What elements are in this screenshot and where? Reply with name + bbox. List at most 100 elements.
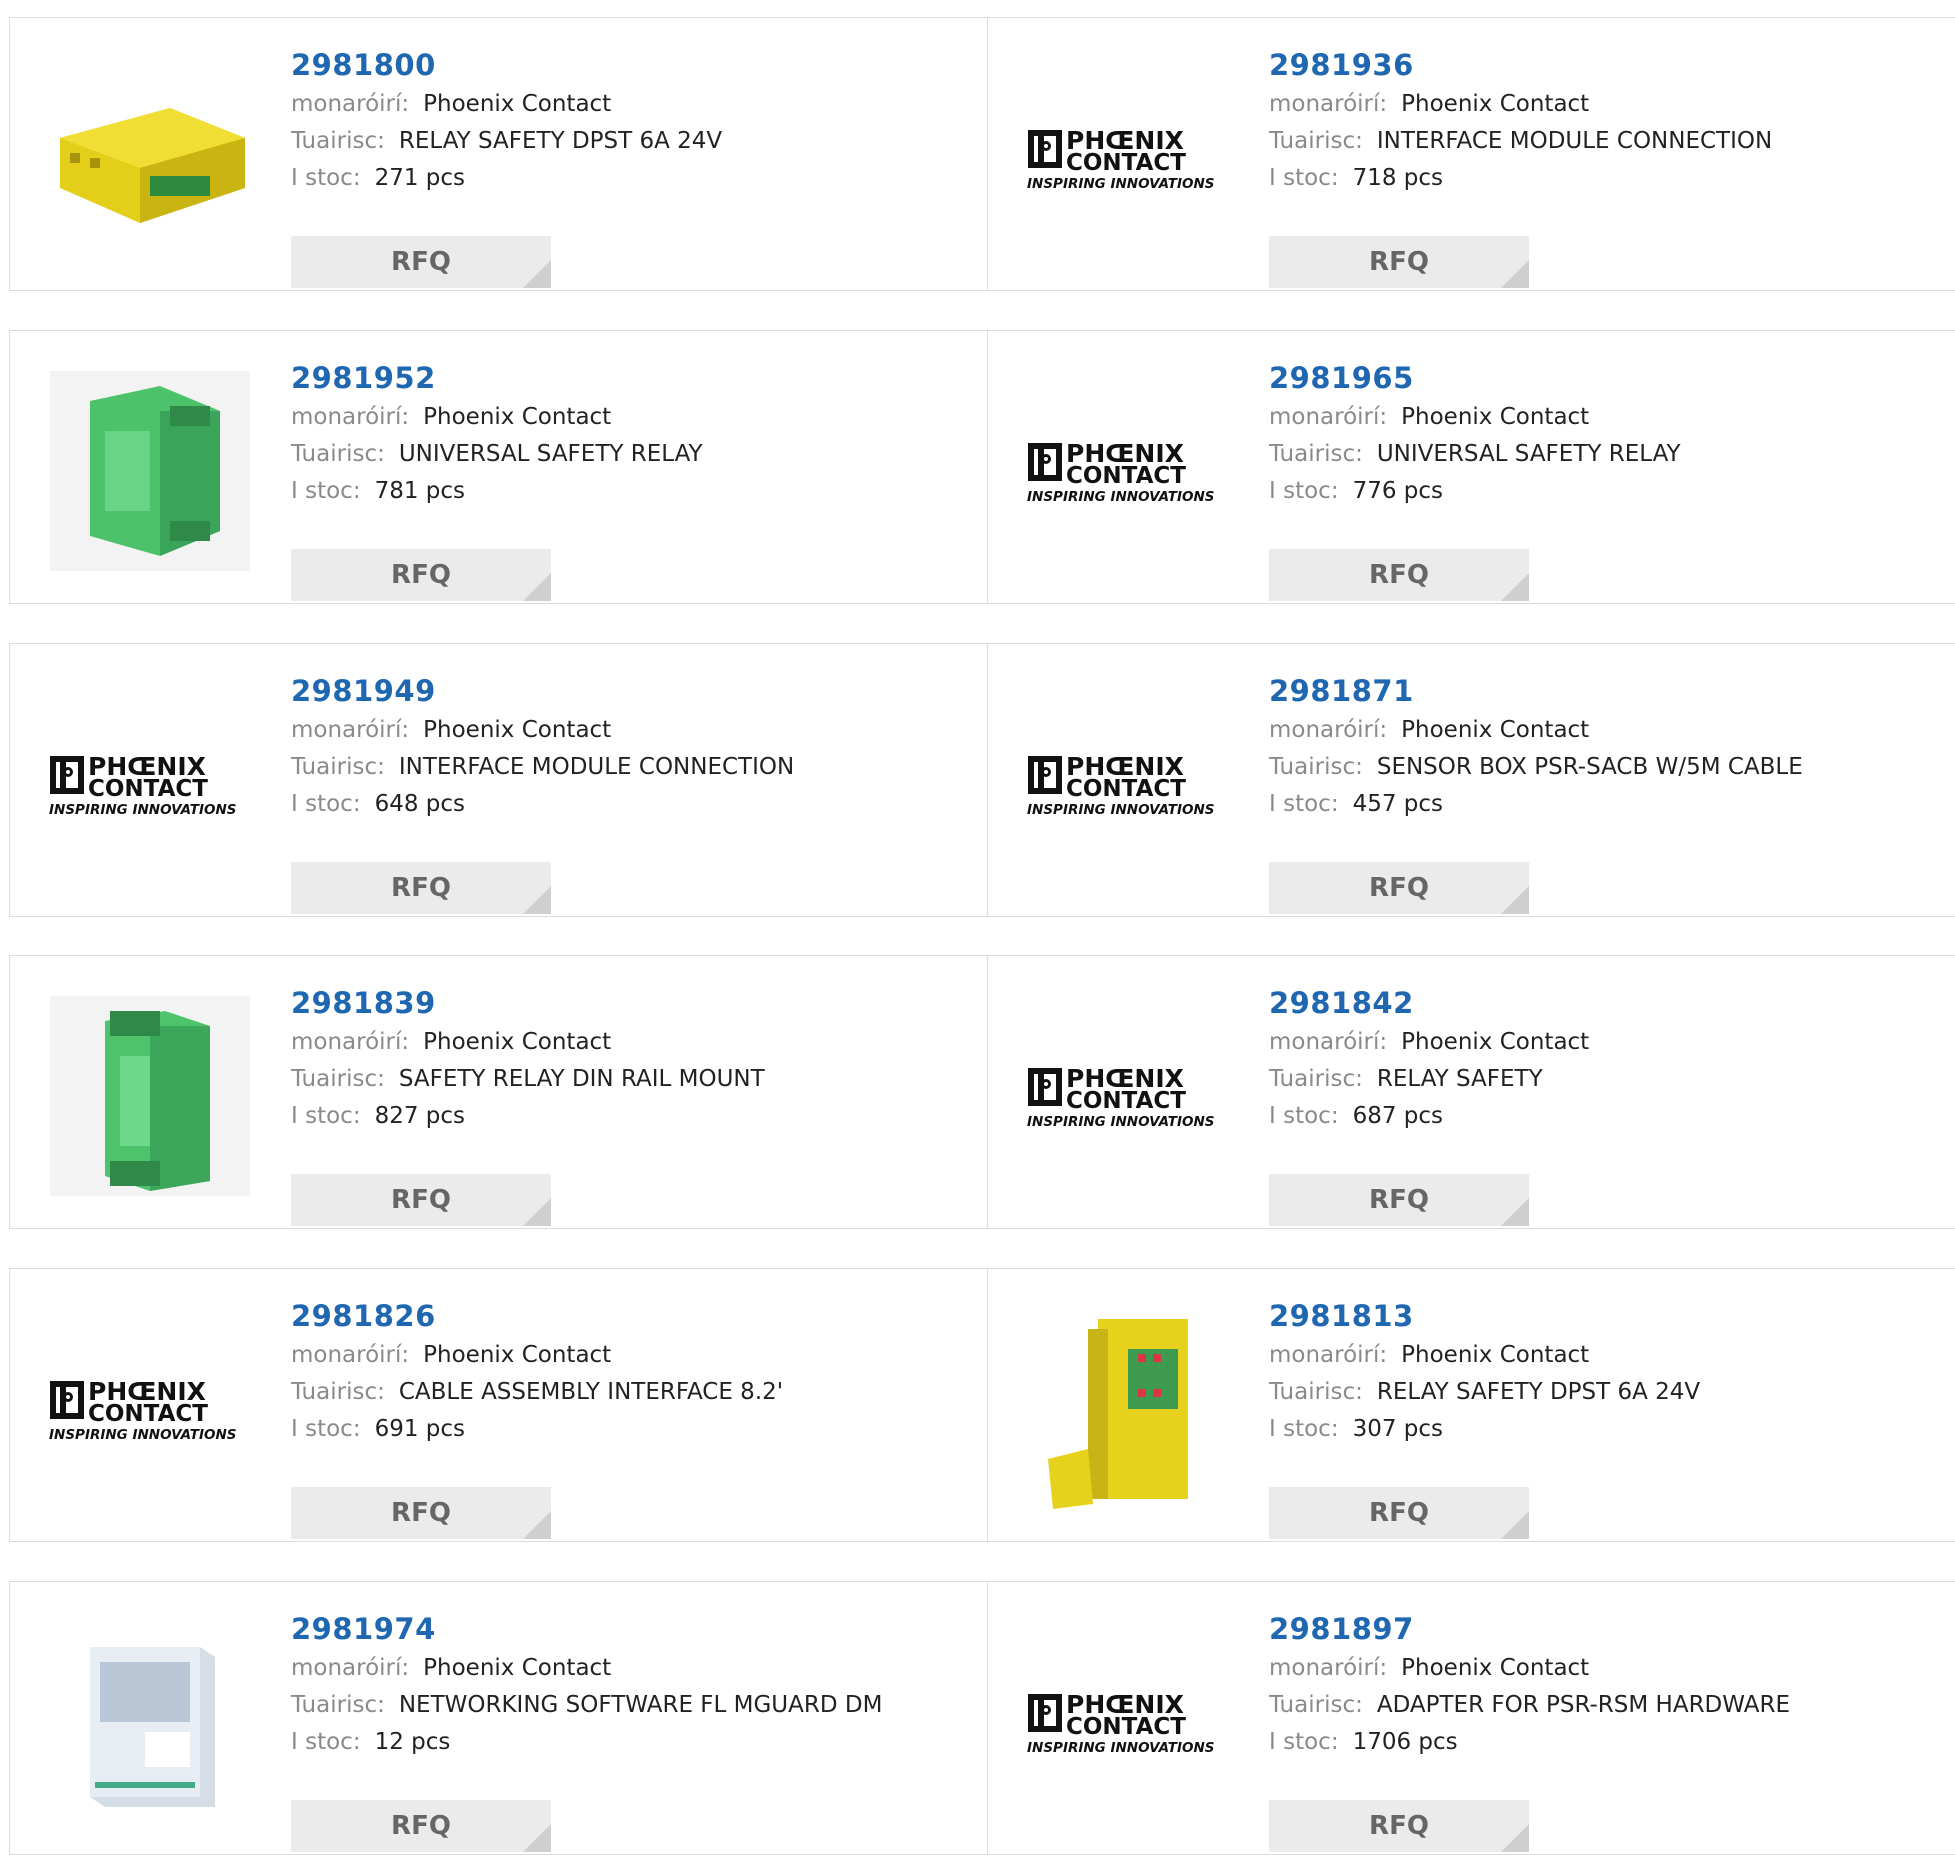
part-number-link[interactable]: 2981965 — [1269, 361, 1681, 399]
rfq-button[interactable]: RFQ — [291, 1487, 551, 1539]
part-number-link[interactable]: 2981842 — [1269, 986, 1589, 1024]
logo-tagline: INSPIRING INNOVATIONS — [49, 802, 237, 818]
part-number-link[interactable]: 2981974 — [291, 1612, 882, 1650]
manufacturer-label: monaróirí: — [1269, 1342, 1388, 1368]
part-number-link[interactable]: 2981897 — [1269, 1612, 1790, 1650]
product-thumbnail[interactable] — [1026, 1309, 1230, 1509]
product-thumbnail[interactable]: PHŒNIX CONTACT INSPIRING INNOVATIONS — [48, 684, 252, 884]
product-row: 2981800 monaróirí: Phoenix Contact Tuairisc… — [9, 17, 1955, 291]
manufacturer-value: Phoenix Contact — [1401, 1655, 1590, 1681]
phoenix-contact-logo: PHŒNIX CONTACT INSPIRING INNOVATIONS — [1027, 752, 1215, 818]
rfq-button[interactable]: RFQ — [291, 549, 551, 601]
phoenix-contact-logo: PHŒNIX CONTACT INSPIRING INNOVATIONS — [1027, 126, 1215, 192]
description-value: CABLE ASSEMBLY INTERFACE 8.2' — [398, 1379, 784, 1405]
logo-text-contact: CONTACT — [1066, 1088, 1186, 1114]
product-thumbnail[interactable]: PHŒNIX CONTACT INSPIRING INNOVATIONS — [1026, 996, 1230, 1196]
corner-triangle-icon — [1501, 1198, 1529, 1226]
stock-value: 457 pcs — [1352, 791, 1444, 817]
manufacturer-label: monaróirí: — [291, 404, 410, 430]
description-label: Tuairisc: — [1269, 441, 1363, 467]
product-thumbnail[interactable] — [48, 58, 252, 258]
logo-text-contact: CONTACT — [1066, 776, 1186, 802]
description-value: RELAY SAFETY — [1376, 1066, 1543, 1092]
rfq-button[interactable]: RFQ — [291, 1800, 551, 1852]
product-card: PHŒNIX CONTACT INSPIRING INNOVATIONS 298… — [10, 644, 988, 916]
product-thumbnail[interactable]: PHŒNIX CONTACT INSPIRING INNOVATIONS — [1026, 684, 1230, 884]
rfq-button[interactable]: RFQ — [1269, 549, 1529, 601]
description-label: Tuairisc: — [1269, 128, 1363, 154]
phoenix-contact-logo: PHŒNIX CONTACT INSPIRING INNOVATIONS — [49, 1377, 237, 1443]
rfq-button[interactable]: RFQ — [1269, 862, 1529, 914]
manufacturer-label: monaróirí: — [1269, 717, 1388, 743]
manufacturer-value: Phoenix Contact — [423, 1029, 612, 1055]
description-label: Tuairisc: — [1269, 1692, 1363, 1718]
phoenix-contact-logo: PHŒNIX CONTACT INSPIRING INNOVATIONS — [1027, 439, 1215, 505]
stock-label: I stoc: — [291, 165, 361, 191]
logo-text-contact: CONTACT — [88, 1401, 208, 1427]
part-number-link[interactable]: 2981800 — [291, 48, 722, 86]
stock-value: 648 pcs — [374, 791, 466, 817]
product-thumbnail[interactable] — [48, 371, 252, 571]
rfq-label: RFQ — [1369, 560, 1429, 590]
product-info: 2981871 monaróirí: Phoenix Contact Tuairisc… — [1269, 674, 1803, 914]
product-thumbnail[interactable]: PHŒNIX CONTACT INSPIRING INNOVATIONS — [1026, 1622, 1230, 1822]
part-number-link[interactable]: 2981813 — [1269, 1299, 1700, 1337]
description-value: INTERFACE MODULE CONNECTION — [1376, 128, 1773, 154]
part-number-link[interactable]: 2981871 — [1269, 674, 1803, 712]
yellow-relay-image — [50, 58, 250, 258]
description-label: Tuairisc: — [291, 1692, 385, 1718]
manufacturer-line: monaróirí: Phoenix Contact — [291, 1024, 765, 1061]
stock-value: 307 pcs — [1352, 1416, 1444, 1442]
stock-label: I stoc: — [291, 1103, 361, 1129]
product-info: 2981897 monaróirí: Phoenix Contact Tuairisc… — [1269, 1612, 1790, 1852]
product-info: 2981842 monaróirí: Phoenix Contact Tuairisc… — [1269, 986, 1589, 1226]
rfq-button[interactable]: RFQ — [291, 236, 551, 288]
product-info: 2981813 monaróirí: Phoenix Contact Tuairisc… — [1269, 1299, 1700, 1539]
part-number-link[interactable]: 2981826 — [291, 1299, 783, 1337]
stock-label: I stoc: — [1269, 791, 1339, 817]
product-card: PHŒNIX CONTACT INSPIRING INNOVATIONS 298… — [988, 331, 1955, 603]
product-info: 2981839 monaróirí: Phoenix Contact Tuairisc… — [291, 986, 765, 1226]
manufacturer-label: monaróirí: — [1269, 404, 1388, 430]
product-thumbnail[interactable]: PHŒNIX CONTACT INSPIRING INNOVATIONS — [48, 1309, 252, 1509]
part-number-link[interactable]: 2981949 — [291, 674, 794, 712]
rfq-button[interactable]: RFQ — [1269, 1174, 1529, 1226]
rfq-button[interactable]: RFQ — [1269, 1800, 1529, 1852]
description-label: Tuairisc: — [291, 754, 385, 780]
description-line: Tuairisc: RELAY SAFETY DPST 6A 24V — [291, 123, 722, 160]
part-number-link[interactable]: 2981936 — [1269, 48, 1772, 86]
rfq-label: RFQ — [391, 1185, 451, 1215]
stock-line: I stoc: 781 pcs — [291, 473, 703, 510]
part-number-link[interactable]: 2981952 — [291, 361, 703, 399]
product-thumbnail[interactable]: PHŒNIX CONTACT INSPIRING INNOVATIONS — [1026, 371, 1230, 571]
manufacturer-value: Phoenix Contact — [423, 1342, 612, 1368]
product-row: 2981839 monaróirí: Phoenix Contact Tuairisc… — [9, 955, 1955, 1229]
description-line: Tuairisc: INTERFACE MODULE CONNECTION — [1269, 123, 1772, 160]
product-thumbnail[interactable] — [48, 996, 252, 1196]
rfq-button[interactable]: RFQ — [291, 1174, 551, 1226]
manufacturer-value: Phoenix Contact — [1401, 1342, 1590, 1368]
corner-triangle-icon — [523, 1511, 551, 1539]
stock-value: 271 pcs — [374, 165, 466, 191]
description-label: Tuairisc: — [1269, 1066, 1363, 1092]
product-thumbnail[interactable] — [48, 1622, 252, 1822]
description-line: Tuairisc: RELAY SAFETY DPST 6A 24V — [1269, 1374, 1700, 1411]
description-label: Tuairisc: — [291, 441, 385, 467]
stock-value: 1706 pcs — [1352, 1729, 1458, 1755]
rfq-button[interactable]: RFQ — [1269, 1487, 1529, 1539]
rfq-button[interactable]: RFQ — [291, 862, 551, 914]
corner-triangle-icon — [1501, 1824, 1529, 1852]
part-number-link[interactable]: 2981839 — [291, 986, 765, 1024]
rfq-label: RFQ — [391, 1498, 451, 1528]
manufacturer-line: monaróirí: Phoenix Contact — [291, 1650, 882, 1687]
product-info: 2981974 monaróirí: Phoenix Contact Tuairisc… — [291, 1612, 882, 1852]
product-info: 2981800 monaróirí: Phoenix Contact Tuairisc… — [291, 48, 722, 288]
stock-line: I stoc: 307 pcs — [1269, 1411, 1700, 1448]
product-thumbnail[interactable]: PHŒNIX CONTACT INSPIRING INNOVATIONS — [1026, 58, 1230, 258]
manufacturer-value: Phoenix Contact — [1401, 717, 1590, 743]
corner-triangle-icon — [523, 886, 551, 914]
rfq-button[interactable]: RFQ — [1269, 236, 1529, 288]
description-value: RELAY SAFETY DPST 6A 24V — [398, 128, 723, 154]
stock-label: I stoc: — [291, 478, 361, 504]
stock-value: 12 pcs — [374, 1729, 451, 1755]
